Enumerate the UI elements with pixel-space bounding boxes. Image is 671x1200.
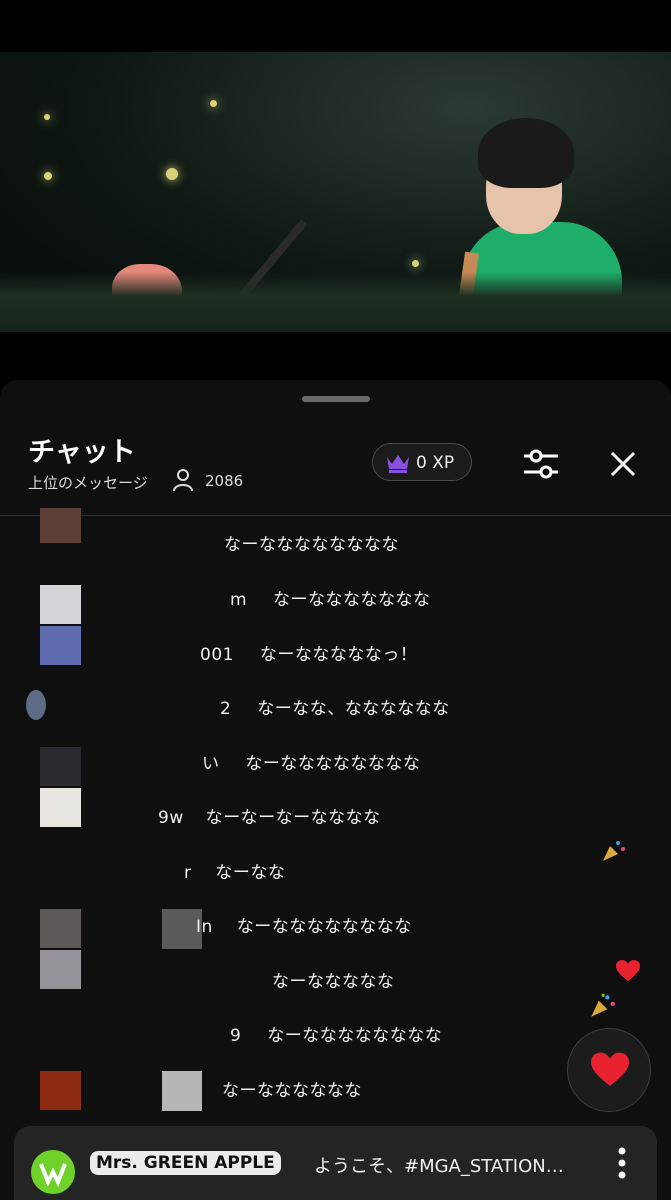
drag-handle[interactable] — [302, 396, 370, 402]
chat-message: 2 なーなな、なななななな — [220, 694, 450, 719]
close-icon[interactable] — [608, 449, 638, 479]
banner-message: ようこそ、#MGA_STATION… — [314, 1156, 564, 1177]
avatar — [40, 1071, 81, 1110]
stage-light — [412, 260, 419, 267]
header-divider — [0, 515, 671, 516]
chat-author: 9w — [158, 808, 184, 828]
avatar — [40, 508, 81, 543]
chat-author: 9 — [230, 1026, 242, 1046]
chat-text: なーなななななななな — [245, 754, 421, 774]
chat-filter-mode[interactable]: 上位のメッセージ — [28, 472, 148, 493]
avatar — [162, 1071, 202, 1111]
heart-icon — [616, 960, 640, 981]
xp-label: 0 XP — [416, 453, 455, 473]
chat-author: い — [202, 754, 220, 774]
chat-text: なーなな — [215, 863, 286, 883]
stage-foliage — [0, 272, 671, 332]
avatar — [40, 585, 81, 624]
more-vertical-icon[interactable] — [616, 1146, 628, 1180]
chat-author: In — [196, 917, 213, 937]
channel-logo-icon — [31, 1150, 75, 1194]
chat-text: なーなななななな — [222, 1081, 362, 1101]
chat-author: 001 — [200, 645, 234, 665]
chat-text: なーなーなーなななな — [205, 808, 381, 828]
chat-text: なーななななななな — [272, 590, 431, 610]
avatar — [40, 950, 81, 989]
chat-title: チャット — [28, 437, 136, 468]
person-icon — [173, 469, 193, 492]
channel-name: Mrs. GREEN APPLE — [90, 1151, 281, 1175]
chat-message: い なーなななななななな — [202, 749, 420, 774]
chat-author: m — [230, 590, 248, 610]
performer-singer-hair — [478, 118, 574, 188]
chat-text: なーなななななっ！ — [259, 645, 418, 665]
chat-author: 2 — [220, 699, 232, 719]
avatar — [40, 626, 81, 665]
avatar — [40, 747, 81, 786]
stage-light — [210, 100, 217, 107]
avatar — [40, 788, 81, 827]
viewer-count: 2086 — [205, 472, 244, 490]
chat-message: なーなななななななな — [200, 530, 399, 555]
avatar — [40, 909, 81, 948]
chat-author: r — [184, 863, 192, 883]
chat-text: なーなな、なななななな — [257, 699, 450, 719]
chat-message: r なーなな — [184, 858, 285, 883]
chat-message: 001 なーなななななっ！ — [200, 640, 417, 665]
pinned-welcome-banner[interactable]: Mrs. GREEN APPLE ようこそ、#MGA_STATION… — [14, 1126, 657, 1200]
video-player[interactable] — [0, 52, 671, 332]
chat-text: なーななななな — [272, 972, 395, 992]
chat-text: なーなななななななな — [267, 1026, 443, 1046]
chat-message: 9 なーなななななななな — [230, 1021, 442, 1046]
chat-text: なーなななななななな — [236, 917, 412, 937]
xp-button[interactable]: 0 XP — [372, 443, 472, 481]
chat-message: In なーなななななななな — [196, 912, 412, 937]
stage-light — [166, 168, 178, 180]
video-letterbox — [0, 332, 671, 378]
stage-light — [44, 114, 50, 120]
party-popper-icon — [591, 993, 615, 1017]
chat-message: m なーななななななな — [230, 585, 430, 610]
heart-icon — [591, 1052, 629, 1086]
chat-message: なーなななななな — [222, 1076, 362, 1101]
reaction-heart-button[interactable] — [567, 1028, 651, 1112]
chat-message: 9w なーなーなーなななな — [158, 803, 381, 828]
top-status-bar — [0, 0, 671, 52]
chat-message: なーななななな — [272, 967, 395, 992]
stage-light — [44, 172, 52, 180]
crown-icon — [387, 455, 409, 473]
chat-text: なーなななななななな — [224, 535, 399, 555]
sliders-icon[interactable] — [522, 446, 560, 482]
avatar — [26, 690, 46, 720]
party-popper-icon — [603, 841, 625, 861]
